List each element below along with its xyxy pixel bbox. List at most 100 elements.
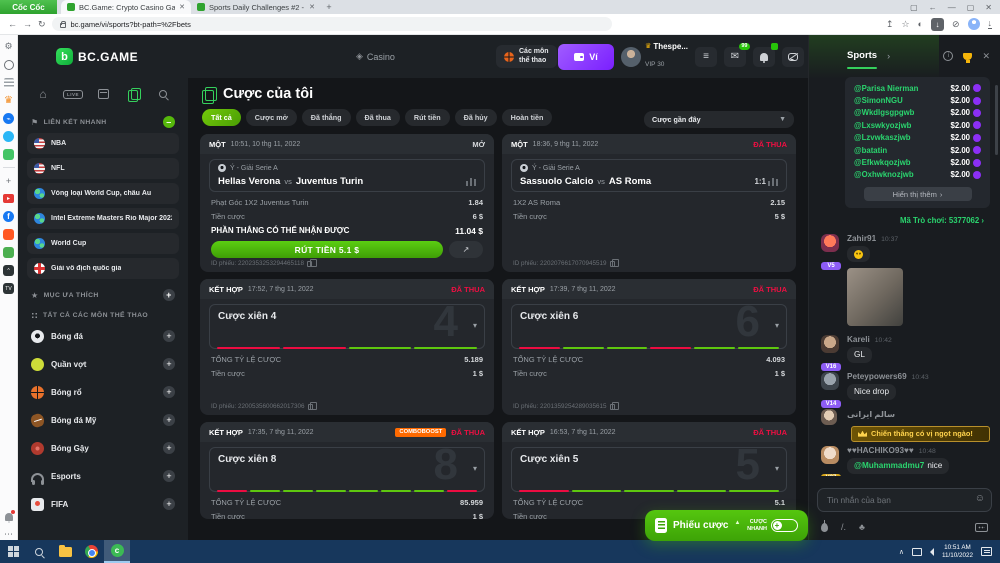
- chat-message-input[interactable]: [817, 488, 992, 512]
- avatar[interactable]: [821, 446, 839, 464]
- tray-expand-icon[interactable]: ∧: [899, 548, 904, 556]
- filter-tab[interactable]: Hoàn tiền: [502, 109, 553, 126]
- inbox-button[interactable]: ✉ 99: [724, 47, 746, 67]
- sidebar-sport-item[interactable]: Bóng đá +: [27, 324, 179, 348]
- messenger-icon[interactable]: ⌁: [3, 113, 14, 124]
- avatar[interactable]: [821, 234, 839, 252]
- avatar[interactable]: [821, 409, 837, 425]
- chevron-down-icon[interactable]: ▾: [473, 321, 477, 330]
- chevron-right-icon[interactable]: ›: [887, 51, 890, 61]
- sidebar-quick-link[interactable]: NBA: [27, 133, 179, 154]
- quests-menu-button[interactable]: ≡: [695, 47, 717, 67]
- filter-tab[interactable]: Đã thắng: [302, 109, 351, 126]
- youtube-icon[interactable]: ▸: [3, 194, 14, 203]
- mention[interactable]: @Muhammadmu7: [854, 461, 924, 470]
- chat-messages-area[interactable]: @Parisa Nierman $2.00 @SimonNGU $2.00 @W…: [809, 77, 1000, 476]
- close-tab-icon[interactable]: ✕: [309, 3, 315, 11]
- taskbar-clock[interactable]: 10:51 AM11/10/2022: [942, 544, 973, 560]
- taskbar-search-icon[interactable]: [26, 540, 52, 563]
- gear-icon[interactable]: ⚙: [3, 41, 14, 52]
- newsfeed-icon[interactable]: [4, 78, 14, 88]
- chat-image[interactable]: [847, 268, 903, 326]
- emoji-picker-icon[interactable]: ☺: [975, 494, 985, 504]
- close-chat-icon[interactable]: ✕: [982, 51, 990, 62]
- bettor-username[interactable]: @Parisa Nierman: [854, 84, 918, 93]
- coin-rain-icon[interactable]: [821, 523, 828, 532]
- expand-plus-button[interactable]: +: [163, 386, 175, 398]
- wallet-button[interactable]: Ví: [558, 44, 614, 70]
- sidebar-toggle-icon[interactable]: ←: [929, 3, 937, 12]
- avatar[interactable]: [821, 372, 839, 390]
- back-button[interactable]: ←: [8, 19, 17, 29]
- network-icon[interactable]: [912, 548, 922, 556]
- combo-box[interactable]: Cược xiên 6 6 ▾: [511, 304, 787, 349]
- browser-tab[interactable]: BC.Game: Crypto Casino Gan ✕: [61, 0, 191, 14]
- download-active-icon[interactable]: ↓: [931, 18, 944, 31]
- filter-tab[interactable]: Cược mở: [246, 109, 297, 126]
- more-dots-icon[interactable]: ⋯: [3, 529, 14, 540]
- sidebar-sport-item[interactable]: FIFA +: [27, 492, 179, 516]
- copy-icon[interactable]: [307, 261, 312, 267]
- close-window-button[interactable]: ✕: [985, 3, 992, 12]
- filter-tab[interactable]: Rút tiền: [405, 109, 450, 126]
- bettor-username[interactable]: @Wkdlgsgpgwb: [854, 108, 914, 117]
- combo-box[interactable]: Cược xiên 4 4 ▾: [209, 304, 485, 349]
- combo-box[interactable]: Cược xiên 8 8 ▾: [209, 447, 485, 492]
- battery-saver-icon[interactable]: [3, 247, 14, 258]
- home-icon[interactable]: ⌂: [33, 86, 53, 102]
- copy-icon[interactable]: [610, 404, 615, 410]
- minimize-button[interactable]: —: [948, 3, 956, 12]
- sidebar-sport-item[interactable]: Bóng đá Mỹ +: [27, 408, 179, 432]
- sidebar-sport-item[interactable]: Quần vợt +: [27, 352, 179, 376]
- nav-sports[interactable]: Các mônthể thao: [496, 45, 557, 67]
- clubs-icon[interactable]: ♣: [859, 522, 865, 532]
- zalo-icon[interactable]: [3, 131, 14, 142]
- stats-icon[interactable]: [470, 178, 472, 186]
- add-shortcut-icon[interactable]: +: [3, 175, 14, 186]
- trophy-icon[interactable]: [963, 53, 972, 60]
- avatar[interactable]: [821, 335, 839, 353]
- bookmark-star-icon[interactable]: ☆: [901, 19, 909, 30]
- bettor-username[interactable]: @Lzvwkaszjwb: [854, 133, 911, 142]
- notifications-button[interactable]: [753, 47, 775, 67]
- expand-plus-button[interactable]: +: [163, 470, 175, 482]
- expand-plus-button[interactable]: +: [163, 442, 175, 454]
- nav-casino[interactable]: ◈ Casino: [356, 51, 395, 62]
- sidebar-quick-link[interactable]: Intel Extreme Masters Rio Major 2022: [27, 208, 179, 229]
- chevron-down-icon[interactable]: ▾: [473, 464, 477, 473]
- bell-notification-icon[interactable]: [3, 511, 14, 522]
- share-icon[interactable]: ↥: [886, 19, 894, 30]
- chat-scrollbar[interactable]: [995, 85, 998, 155]
- chat-toggle-button[interactable]: [782, 47, 804, 67]
- new-tab-button[interactable]: +: [321, 0, 337, 14]
- calendar-icon[interactable]: [98, 89, 109, 99]
- history-icon[interactable]: [4, 60, 14, 70]
- coccoc-taskbar-icon[interactable]: c: [104, 540, 130, 563]
- crown-rewards-icon[interactable]: ♛: [3, 95, 14, 106]
- downloads-tray-icon[interactable]: ↓: [988, 19, 993, 29]
- notifications-blocked-icon[interactable]: ⊘: [952, 19, 960, 30]
- filter-tab[interactable]: Tất cả: [202, 109, 241, 126]
- game-code-link[interactable]: Mã Trò chơi: 5377062 ›: [825, 216, 984, 225]
- chevron-down-icon[interactable]: ▾: [775, 464, 779, 473]
- volume-icon[interactable]: [930, 548, 934, 556]
- filter-tab[interactable]: Đã hủy: [455, 109, 497, 126]
- sidebar-quick-link[interactable]: Giải vô địch quốc gia: [27, 258, 179, 279]
- bettor-username[interactable]: @Efkwkqozjwb: [854, 158, 911, 167]
- sidebar-quick-link[interactable]: Vòng loại World Cup, châu Âu: [27, 183, 179, 204]
- quick-bet-toggle[interactable]: [771, 519, 798, 532]
- study-icon[interactable]: ^: [3, 265, 14, 276]
- betslip-button[interactable]: Phiếu cược ▲ CƯỢCNHANH: [645, 510, 808, 541]
- expand-plus-button[interactable]: +: [163, 330, 175, 342]
- url-field[interactable]: bc.game/vi/sports?bt-path=%2Fbets: [52, 17, 612, 31]
- user-profile[interactable]: ♛Thespe... VIP 30: [621, 42, 688, 71]
- info-icon[interactable]: i: [943, 51, 953, 61]
- bettor-username[interactable]: @batatin: [854, 146, 887, 155]
- file-explorer-icon[interactable]: [52, 540, 78, 563]
- keyboard-icon[interactable]: [975, 523, 988, 532]
- filter-tab[interactable]: Đã thua: [356, 109, 400, 126]
- my-bets-icon[interactable]: [128, 88, 138, 100]
- live-icon[interactable]: LIVE: [63, 90, 82, 99]
- expand-plus-button[interactable]: +: [163, 498, 175, 510]
- adblock-shield-icon[interactable]: ◐: [918, 19, 923, 29]
